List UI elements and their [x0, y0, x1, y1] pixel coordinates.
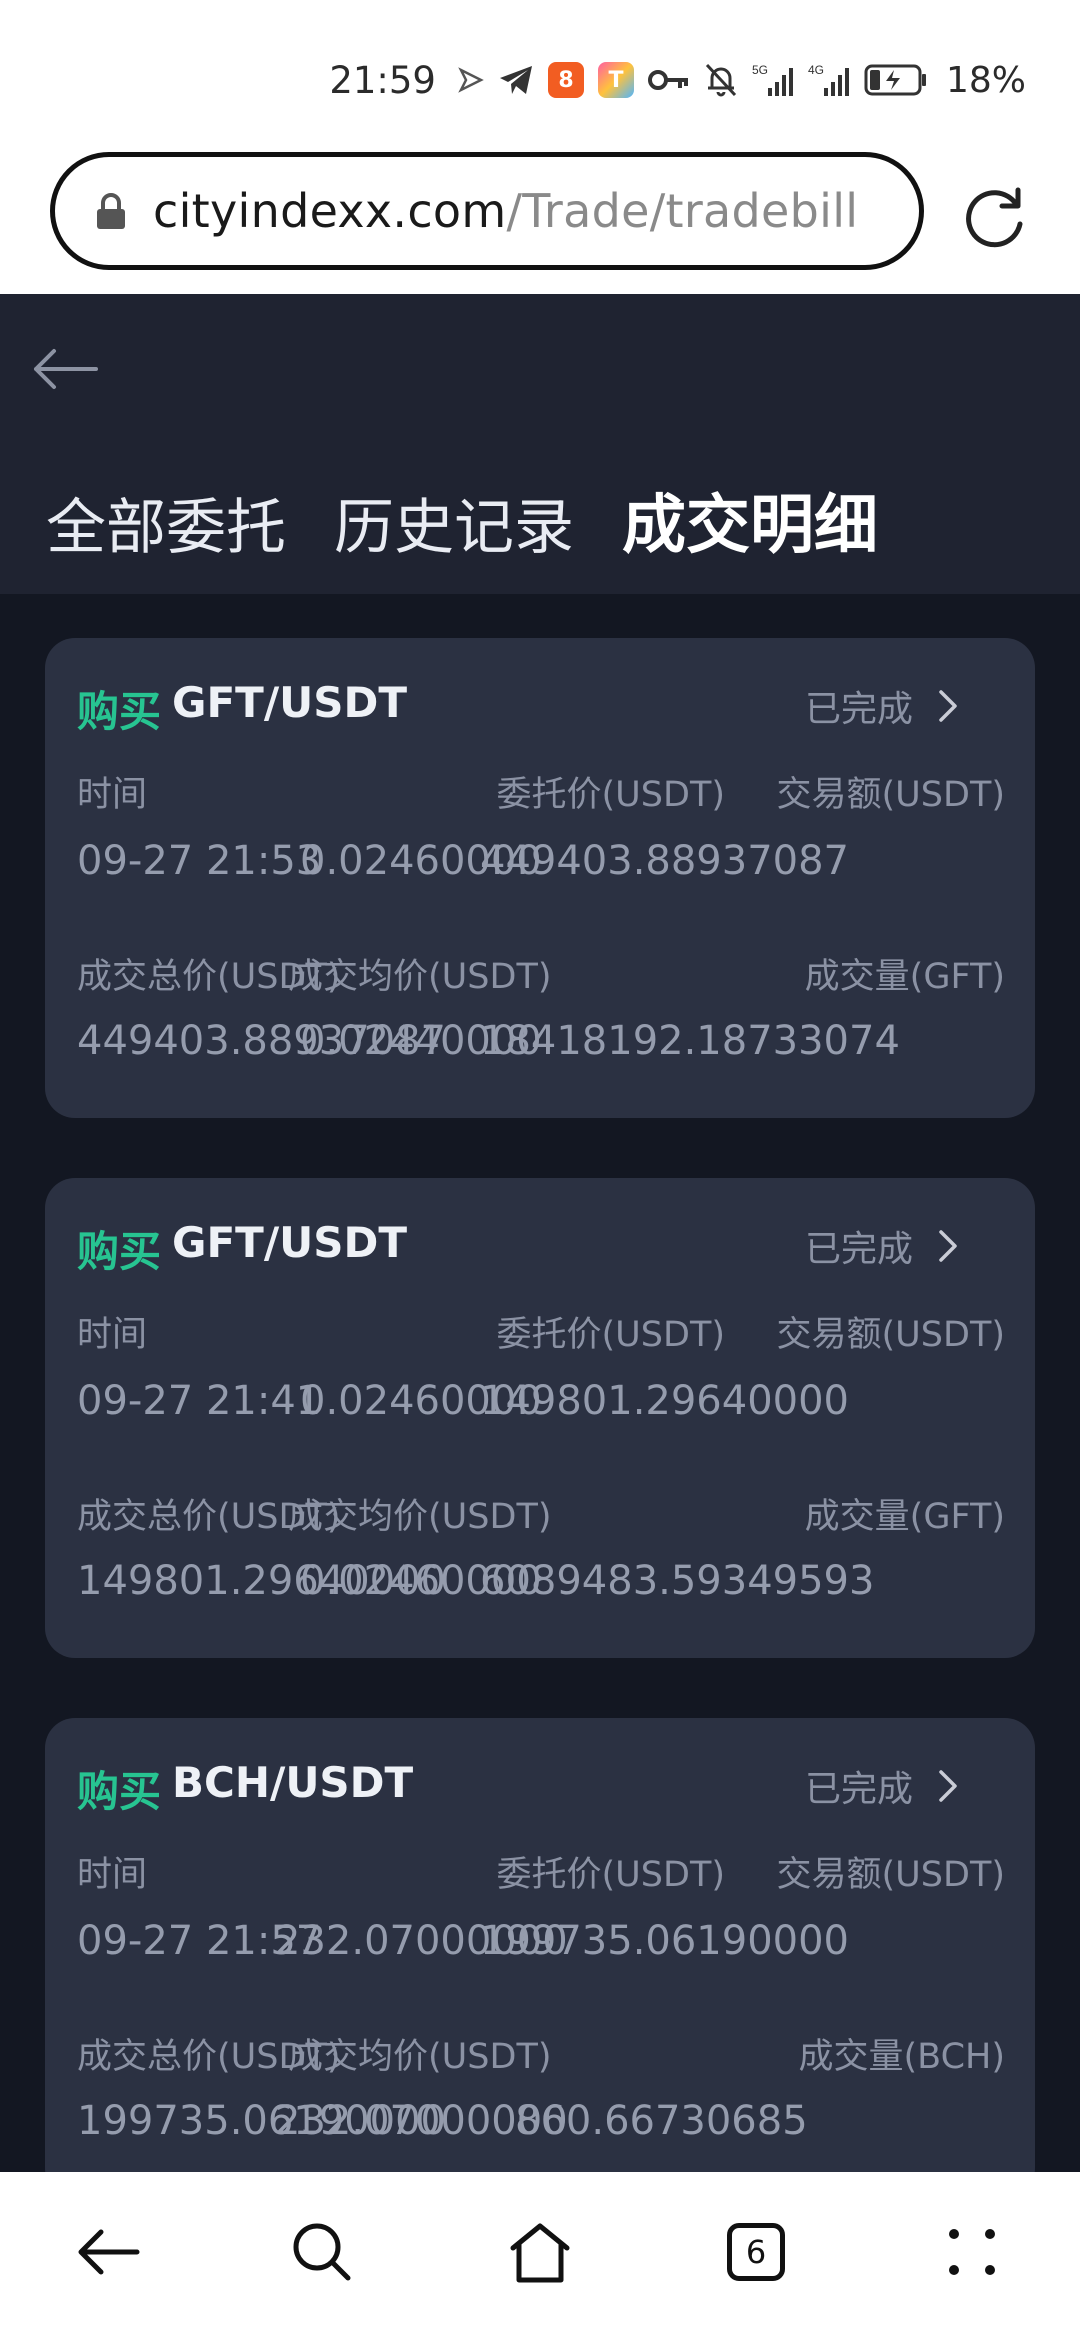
trade-volume: 18418192.18733074 — [480, 1018, 900, 1064]
battery-icon — [864, 63, 928, 97]
back-arrow-icon[interactable] — [30, 344, 102, 394]
lock-icon — [95, 191, 127, 231]
order-side: 购买 — [77, 1767, 162, 1816]
reload-icon[interactable] — [960, 180, 1030, 250]
url-path: /Trade/tradebill — [506, 184, 859, 238]
svg-text:4G: 4G — [808, 63, 824, 77]
signal-4g-icon: 4G — [808, 62, 850, 98]
avg-price-label: 成交均价(USDT) — [288, 1497, 552, 1537]
trading-pair: BCH/USDT — [172, 1758, 414, 1807]
chevron-right-icon[interactable] — [935, 1226, 961, 1266]
order-time: 09-27 21:53 — [77, 838, 322, 884]
browser-bottom-nav: 6 — [0, 2172, 1080, 2340]
order-side: 购买 — [77, 687, 162, 736]
trade-amount: 449403.88937087 — [480, 838, 850, 884]
status-time: 21:59 — [329, 58, 436, 102]
order-side: 购买 — [77, 1227, 162, 1276]
chevron-right-icon[interactable] — [935, 1766, 961, 1806]
amount-label: 交易额(USDT) — [776, 1315, 1005, 1355]
back-icon[interactable] — [68, 2212, 148, 2292]
volume-label: 成交量(GFT) — [804, 957, 1005, 997]
order-price-label: 委托价(USDT) — [496, 775, 725, 815]
tabs-icon[interactable]: 6 — [716, 2212, 796, 2292]
app-badge-icon: T — [597, 62, 634, 98]
navigation-arrow-icon — [458, 67, 484, 93]
order-status: 已完成 — [804, 1769, 913, 1810]
browser-address-area: cityindexx.com/Trade/tradebill — [0, 150, 1080, 294]
order-price-label: 委托价(USDT) — [496, 1855, 725, 1895]
amount-label: 交易额(USDT) — [776, 1855, 1005, 1895]
tab-all-orders[interactable]: 全部委托 — [46, 479, 286, 566]
time-label: 时间 — [77, 1855, 148, 1895]
trading-pair: GFT/USDT — [172, 678, 408, 727]
url-text[interactable]: cityindexx.com/Trade/tradebill — [153, 184, 858, 238]
order-status: 已完成 — [804, 689, 913, 730]
tab-count: 6 — [727, 2223, 785, 2281]
order-card[interactable]: 购买 BCH/USDT 已完成 时间 委托价(USDT) 交易额(USDT) 0… — [45, 1718, 1035, 2172]
trade-amount: 199735.06190000 — [480, 1918, 850, 1964]
tab-bar: 全部委托 历史记录 成交明细 — [46, 474, 926, 566]
svg-text:5G: 5G — [752, 63, 768, 77]
home-icon[interactable] — [500, 2212, 580, 2292]
trading-pair: GFT/USDT — [172, 1218, 408, 1267]
order-card[interactable]: 购买 GFT/USDT 已完成 时间 委托价(USDT) 交易额(USDT) 0… — [45, 1178, 1035, 1658]
amount-label: 交易额(USDT) — [776, 775, 1005, 815]
chevron-right-icon[interactable] — [935, 686, 961, 726]
trade-volume: 860.66730685 — [515, 2098, 808, 2144]
battery-percent: 18% — [945, 59, 1026, 101]
status-bar: 21:59 8 T 5G 4G 18% — [0, 0, 1080, 150]
order-card-header: 购买 GFT/USDT 已完成 — [77, 678, 1003, 738]
search-icon[interactable] — [282, 2212, 362, 2292]
tab-trade-details[interactable]: 成交明细 — [622, 474, 878, 566]
url-domain: cityindexx.com — [153, 184, 507, 238]
app-badge-icon: 8 — [547, 62, 584, 98]
avg-price-label: 成交均价(USDT) — [288, 2037, 552, 2077]
time-label: 时间 — [77, 775, 148, 815]
key-icon — [647, 66, 690, 94]
order-list: 购买 GFT/USDT 已完成 时间 委托价(USDT) 交易额(USDT) 0… — [0, 594, 1080, 2172]
order-card[interactable]: 购买 GFT/USDT 已完成 时间 委托价(USDT) 交易额(USDT) 0… — [45, 638, 1035, 1118]
order-card-header: 购买 GFT/USDT 已完成 — [77, 1218, 1003, 1278]
order-status: 已完成 — [804, 1229, 913, 1270]
mute-bell-icon — [704, 62, 738, 98]
time-label: 时间 — [77, 1315, 148, 1355]
order-price-label: 委托价(USDT) — [496, 1315, 725, 1355]
volume-label: 成交量(BCH) — [798, 2037, 1005, 2077]
trade-amount: 149801.29640000 — [480, 1378, 850, 1424]
url-bar[interactable]: cityindexx.com/Trade/tradebill — [50, 152, 924, 270]
volume-label: 成交量(GFT) — [804, 1497, 1005, 1537]
signal-5g-icon: 5G — [752, 62, 794, 98]
page-header: 全部委托 历史记录 成交明细 — [0, 294, 1080, 594]
telegram-icon — [498, 64, 534, 96]
order-time: 09-27 21:41 — [77, 1378, 322, 1424]
tab-history[interactable]: 历史记录 — [334, 479, 574, 566]
order-card-header: 购买 BCH/USDT 已完成 — [77, 1758, 1003, 1818]
menu-icon[interactable] — [932, 2212, 1012, 2292]
trade-volume: 6089483.59349593 — [480, 1558, 875, 1604]
avg-price-label: 成交均价(USDT) — [288, 957, 552, 997]
